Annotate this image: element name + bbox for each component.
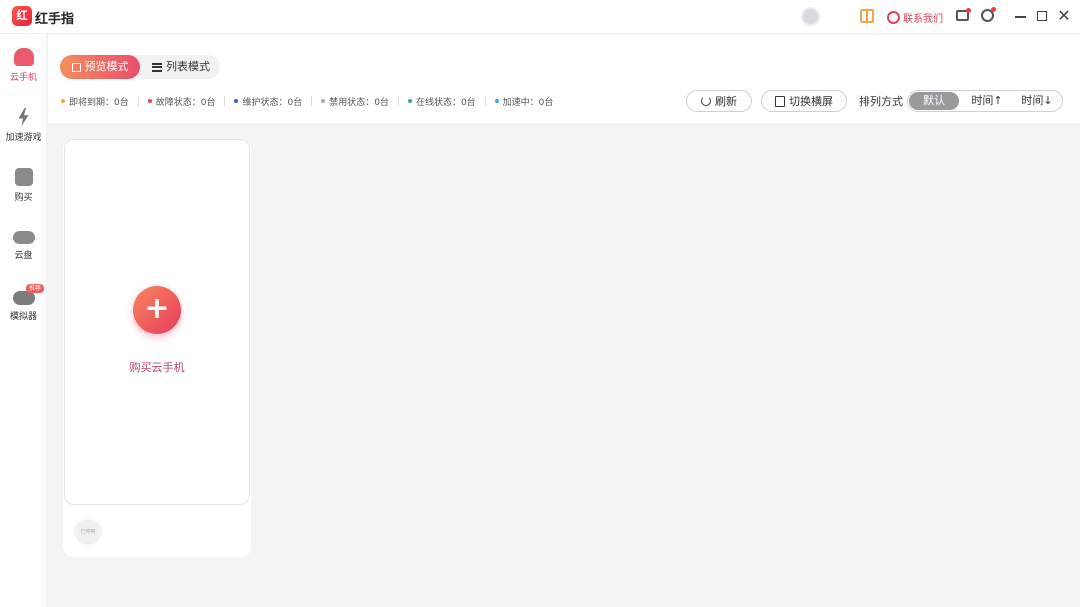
sort-options: 默认 时间↑ 时间↓ <box>907 90 1063 112</box>
switch-landscape-button[interactable]: 切换横屏 <box>761 90 847 112</box>
sidebar: 云手机 加速游戏 购买 云盘 推荐 模拟器 <box>0 34 47 607</box>
maximize-button[interactable] <box>1037 11 1047 21</box>
status-dot <box>61 99 65 103</box>
sidebar-item-purchase[interactable]: 购买 <box>0 168 47 220</box>
refresh-label: 刷新 <box>715 95 737 108</box>
list-mode-button[interactable]: 列表模式 <box>144 55 218 79</box>
sidebar-item-label: 加速游戏 <box>5 133 42 143</box>
divider <box>311 96 313 106</box>
mail-icon[interactable] <box>956 8 971 21</box>
preview-mode-button[interactable]: 预览模式 <box>60 55 140 79</box>
sidebar-item-cloud-disk[interactable]: 云盘 <box>0 228 47 280</box>
gear-icon[interactable] <box>981 7 996 22</box>
mail-notification-dot <box>966 8 971 13</box>
card-status-badge: 已停用 <box>74 519 102 545</box>
sidebar-item-label: 模拟器 <box>9 312 37 322</box>
app-title: 红手指 <box>35 12 75 27</box>
status-fault: 故障状态：0台 <box>147 95 216 108</box>
sort-time-desc[interactable]: 时间↓ <box>1012 92 1062 110</box>
sidebar-item-label: 云手机 <box>9 73 37 83</box>
refresh-icon <box>701 96 711 106</box>
buy-cloud-phone-label[interactable]: 购买云手机 <box>64 359 250 375</box>
sidebar-item-label: 购买 <box>14 193 33 203</box>
status-dot <box>234 99 239 103</box>
grid-icon <box>71 62 81 72</box>
sort-time-asc[interactable]: 时间↑ <box>962 92 1012 110</box>
status-dot <box>494 99 499 103</box>
cloud-icon <box>12 231 35 244</box>
status-label: 维护状态：0台 <box>242 97 303 108</box>
rotate-screen-icon <box>775 95 785 107</box>
status-label: 禁用状态：0台 <box>329 97 389 108</box>
gamepad-icon <box>12 291 35 305</box>
sidebar-item-cloud-phone[interactable]: 云手机 <box>0 48 47 100</box>
divider <box>224 96 226 106</box>
sidebar-item-accelerate-game[interactable]: 加速游戏 <box>0 108 47 160</box>
status-dot <box>321 99 326 103</box>
list-icon <box>152 62 162 72</box>
sidebar-item-emulator[interactable]: 推荐 模拟器 <box>0 284 47 340</box>
status-expiring: 即将到期：0台 <box>61 95 129 108</box>
app-logo: 红 <box>12 6 32 26</box>
sidebar-item-label: 云盘 <box>14 251 33 261</box>
sort-label: 排列方式 <box>859 95 903 108</box>
gift-icon[interactable] <box>860 9 874 23</box>
settings-notification-dot <box>991 7 996 12</box>
divider <box>137 96 139 106</box>
add-cloud-phone-button[interactable]: + <box>133 286 181 334</box>
switch-landscape-label: 切换横屏 <box>789 95 833 108</box>
status-accelerating: 加速中：0台 <box>494 95 554 108</box>
status-online: 在线状态：0台 <box>407 95 476 108</box>
sort-default[interactable]: 默认 <box>909 92 959 110</box>
profile-badge-icon[interactable] <box>801 7 820 26</box>
status-label: 在线状态：0台 <box>415 97 476 108</box>
shopping-bag-icon <box>14 168 33 186</box>
cloud-phone-icon <box>13 48 34 66</box>
status-maintenance: 维护状态：0台 <box>234 95 302 108</box>
minimize-button[interactable] <box>1015 16 1026 18</box>
refresh-button[interactable]: 刷新 <box>686 90 752 112</box>
bolt-icon <box>18 108 29 126</box>
status-dot <box>407 99 412 103</box>
divider <box>397 96 399 106</box>
preview-mode-label: 预览模式 <box>84 60 129 73</box>
contact-us-button[interactable]: 联系我们 <box>887 9 943 25</box>
list-mode-label: 列表模式 <box>166 60 210 73</box>
status-label: 加速中：0台 <box>502 97 554 108</box>
chat-bubble-icon <box>887 10 900 24</box>
status-dot <box>147 99 152 103</box>
contact-us-label: 联系我们 <box>903 13 943 25</box>
status-disabled: 禁用状态：0台 <box>321 95 389 108</box>
divider <box>484 96 486 106</box>
status-label: 故障状态：0台 <box>155 97 216 108</box>
status-summary: 即将到期：0台 故障状态：0台 维护状态：0台 禁用状态：0台 在线状态：0台 … <box>61 94 553 108</box>
status-label: 即将到期：0台 <box>69 97 129 108</box>
recommend-badge: 推荐 <box>26 284 45 293</box>
close-button[interactable]: ✕ <box>1055 6 1073 26</box>
